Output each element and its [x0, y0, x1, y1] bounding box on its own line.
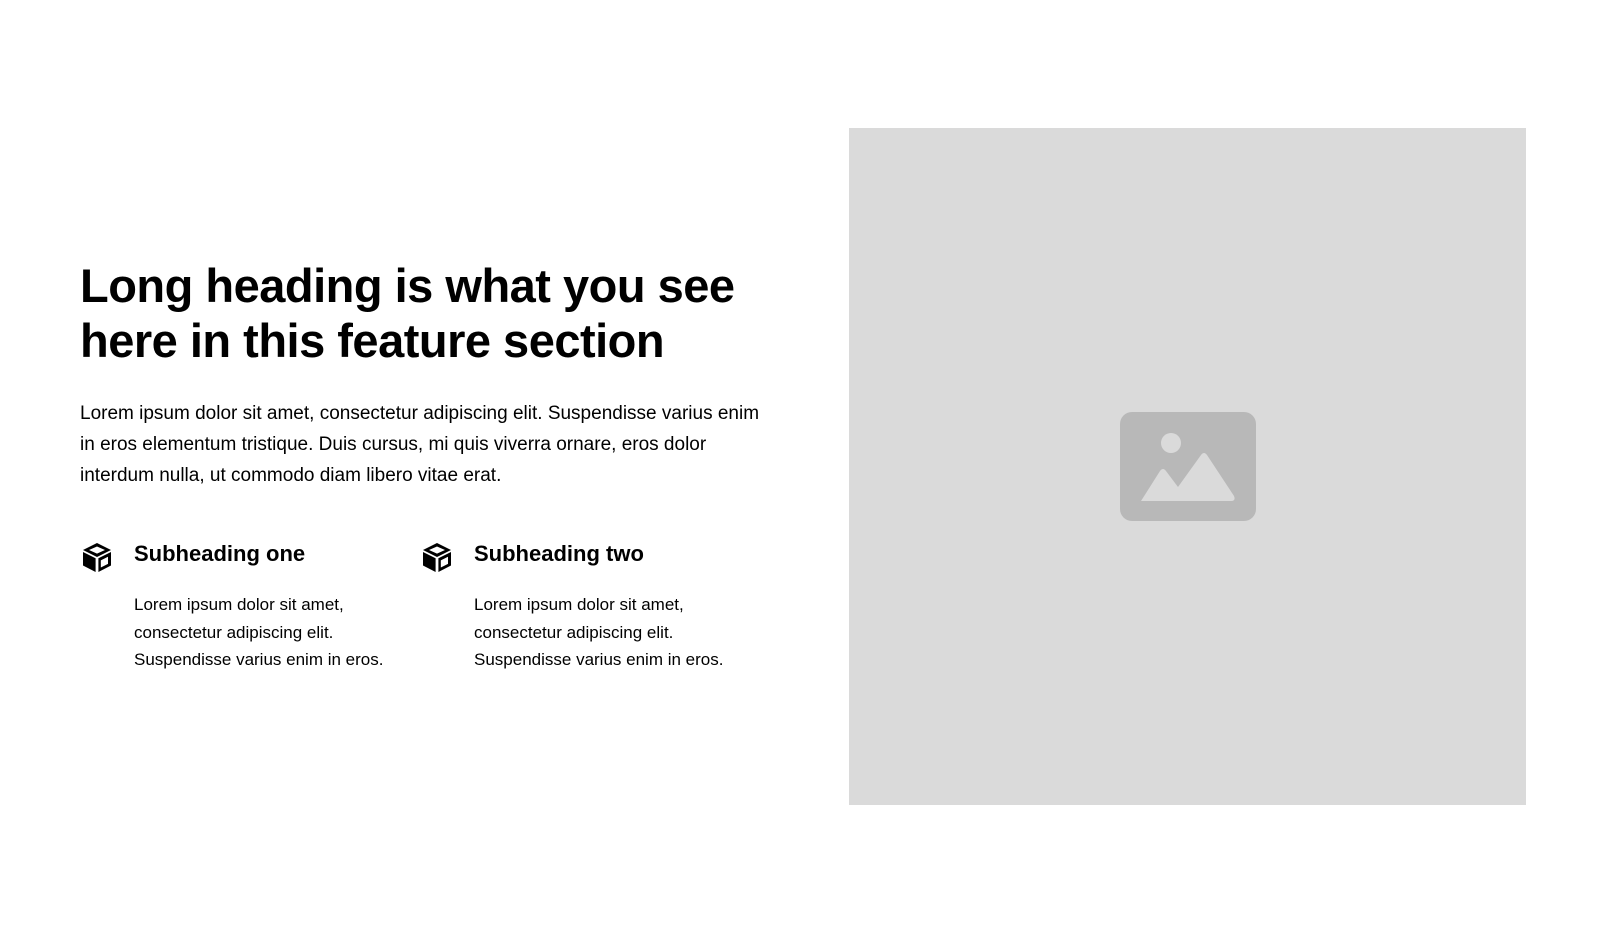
cube-icon	[80, 540, 114, 574]
section-intro: Lorem ipsum dolor sit amet, consectetur …	[80, 403, 760, 486]
feature-body: Subheading two Lorem ipsum dolor sit ame…	[474, 538, 760, 674]
feature-title: Subheading two	[474, 541, 644, 566]
feature-body: Subheading one Lorem ipsum dolor sit ame…	[134, 538, 420, 674]
feature-section: Long heading is what you see here in thi…	[0, 0, 1600, 930]
feature-title: Subheading one	[134, 541, 306, 566]
feature-text: Lorem ipsum dolor sit amet, consectetur …	[474, 595, 724, 669]
feature-item-two: Subheading two Lorem ipsum dolor sit ame…	[420, 538, 760, 674]
feature-list: Subheading one Lorem ipsum dolor sit ame…	[80, 538, 760, 674]
feature-item-one: Subheading one Lorem ipsum dolor sit ame…	[80, 538, 420, 674]
cube-icon	[420, 540, 454, 574]
feature-text: Lorem ipsum dolor sit amet, consectetur …	[134, 595, 384, 669]
feature-image	[849, 128, 1526, 805]
section-heading: Long heading is what you see here in thi…	[80, 259, 735, 367]
image-placeholder-icon	[1120, 412, 1256, 521]
feature-content: Long heading is what you see here in thi…	[80, 258, 760, 674]
